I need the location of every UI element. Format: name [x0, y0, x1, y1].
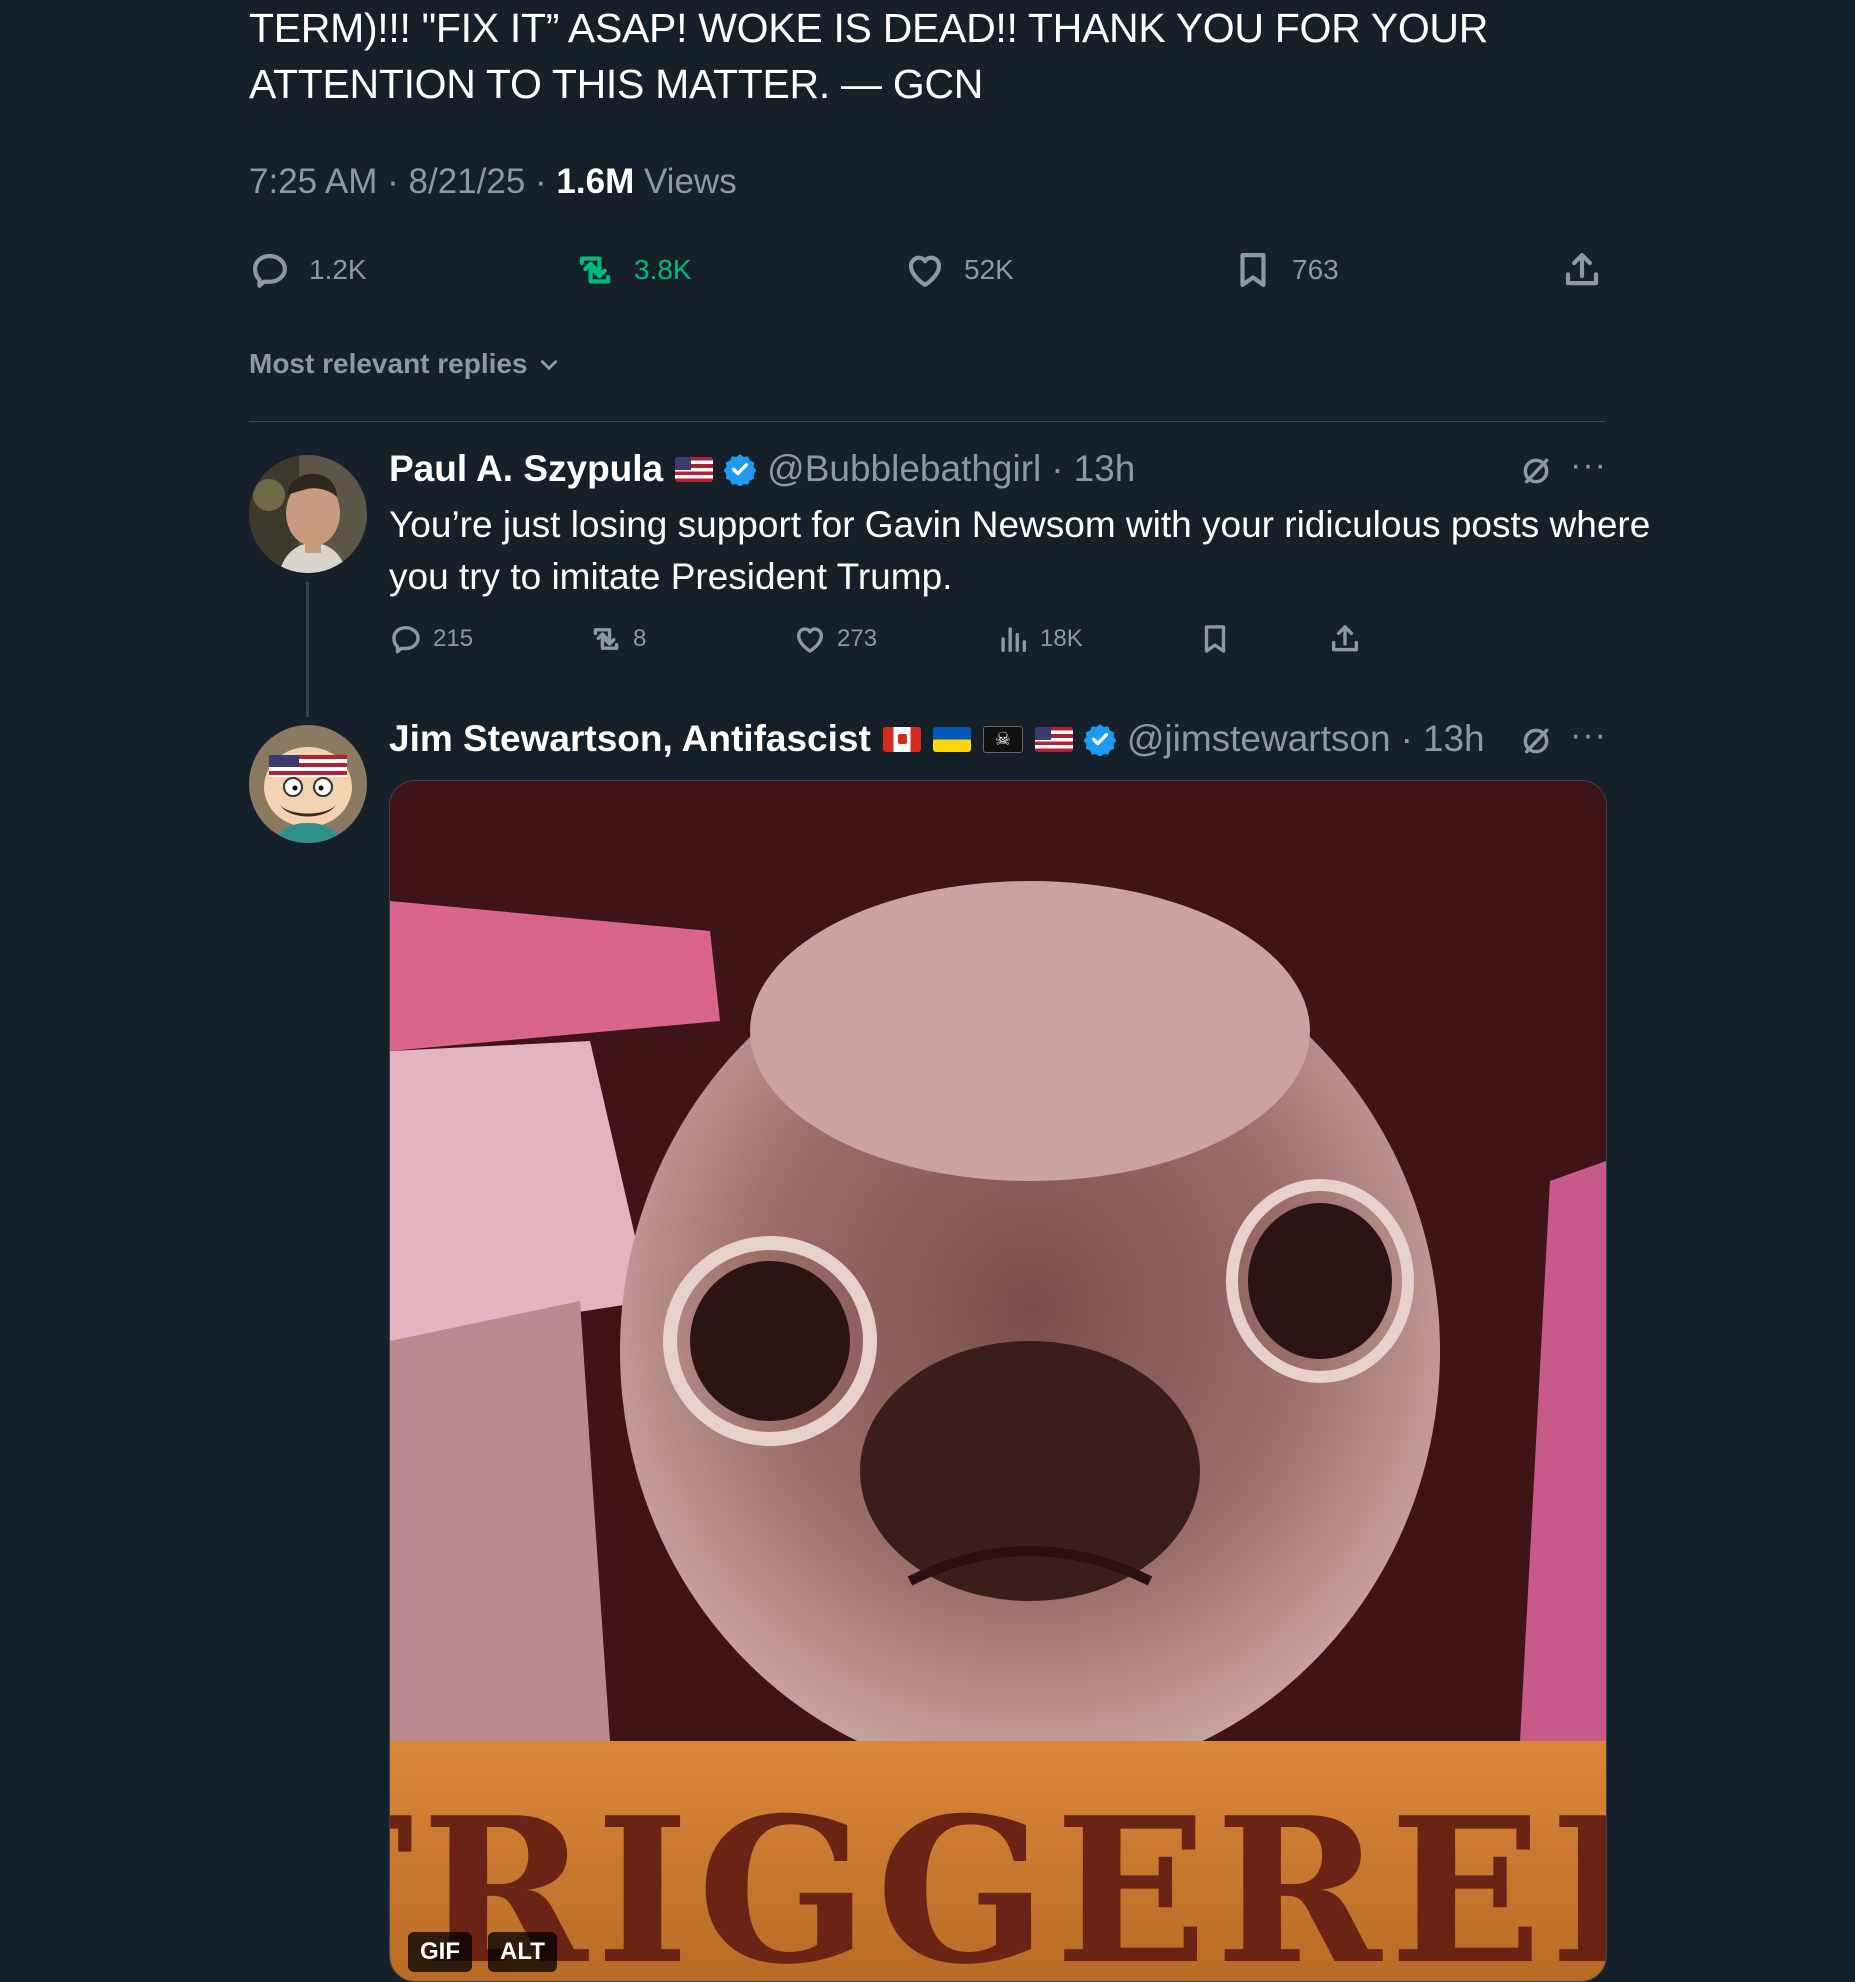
- media-caption: TRIGGERED: [390, 1774, 1606, 1981]
- like-count: 52K: [964, 254, 1014, 285]
- reply-count: 1.2K: [309, 254, 367, 285]
- media-badges: GIF ALT: [408, 1932, 557, 1972]
- grok-button[interactable]: [1520, 725, 1552, 762]
- views-icon: [1001, 627, 1027, 653]
- reply-icon: [253, 253, 287, 288]
- repost-count: 8: [633, 625, 647, 652]
- reply-bookmark-button[interactable]: [1198, 622, 1232, 656]
- reply-media-gif[interactable]: TRIGGERED: [389, 780, 1607, 1982]
- like-button[interactable]: 52K: [904, 247, 1014, 293]
- avatar[interactable]: [249, 455, 367, 573]
- canada-flag-icon: [882, 726, 921, 752]
- pirate-flag-icon: ☠: [982, 725, 1023, 753]
- repost-icon: [579, 256, 611, 284]
- bookmark-button[interactable]: 763: [1232, 247, 1339, 293]
- like-icon: [796, 627, 824, 653]
- user-handle[interactable]: @Bubblebathgirl: [767, 448, 1041, 490]
- sort-label: Most relevant replies: [249, 348, 528, 379]
- grok-icon: [1523, 728, 1549, 754]
- reply-sort-selector[interactable]: Most relevant replies: [249, 348, 562, 380]
- us-flag-icon: [675, 456, 714, 482]
- verified-icon: [1083, 722, 1117, 756]
- reply-like-button[interactable]: 273: [793, 622, 877, 656]
- grok-button[interactable]: [1520, 455, 1552, 492]
- reply-share-button[interactable]: [1328, 622, 1362, 656]
- reply-reply-button[interactable]: 215: [389, 622, 473, 656]
- reply-age[interactable]: 13h: [1074, 448, 1136, 490]
- more-button[interactable]: ···: [1570, 716, 1607, 755]
- tweet-text: TERM)!!! "FIX IT” ASAP! WOKE IS DEAD!! T…: [249, 5, 1489, 107]
- divider: [249, 421, 1605, 422]
- more-icon: ···: [1570, 446, 1607, 484]
- repost-button[interactable]: 3.8K: [574, 247, 692, 293]
- views-count: 18K: [1040, 625, 1083, 652]
- us-flag-icon: [1034, 726, 1073, 752]
- views-count: 1.6M: [556, 162, 635, 201]
- share-button[interactable]: [1561, 247, 1603, 293]
- verified-icon: [723, 452, 757, 486]
- display-name[interactable]: Jim Stewartson, Antifascist: [389, 718, 871, 760]
- bookmark-icon: [1204, 625, 1226, 653]
- reply-icon: [392, 625, 420, 654]
- share-icon: [1565, 253, 1599, 286]
- tweet-meta: 7:25 AM · 8/21/25 · 1.6M Views: [249, 162, 737, 201]
- share-icon: [1331, 625, 1359, 652]
- views-label: Views: [643, 162, 737, 201]
- more-icon: ···: [1570, 716, 1607, 754]
- thread-line: [306, 582, 309, 717]
- repost-count: 3.8K: [634, 254, 692, 285]
- ukraine-flag-icon: [932, 726, 971, 752]
- reply-age[interactable]: 13h: [1423, 718, 1485, 760]
- reply-header: Jim Stewartson, Antifascist ☠ @jimstewar…: [389, 718, 1485, 760]
- repost-icon: [593, 628, 619, 650]
- chevron-down-icon: [539, 359, 558, 371]
- user-handle[interactable]: @jimstewartson: [1127, 718, 1391, 760]
- bookmark-icon: [1240, 253, 1266, 287]
- tweet-time[interactable]: 7:25 AM: [249, 162, 377, 201]
- more-button[interactable]: ···: [1570, 446, 1607, 485]
- alt-badge[interactable]: ALT: [488, 1932, 557, 1972]
- reply-header: Paul A. Szypula @Bubblebathgirl · 13h: [389, 448, 1136, 490]
- like-count: 273: [837, 625, 878, 652]
- bookmark-count: 763: [1292, 254, 1339, 285]
- like-icon: [908, 255, 942, 287]
- tweet-date[interactable]: 8/21/25: [409, 162, 526, 201]
- reply-button[interactable]: 1.2K: [249, 247, 367, 293]
- reply-count: 215: [433, 625, 474, 652]
- display-name[interactable]: Paul A. Szypula: [389, 448, 663, 490]
- grok-icon: [1523, 458, 1549, 484]
- reply-repost-button[interactable]: 8: [589, 622, 646, 656]
- gif-badge: GIF: [408, 1932, 472, 1972]
- reply-views-button[interactable]: 18K: [996, 622, 1083, 656]
- reply-text: You’re just losing support for Gavin New…: [389, 504, 1651, 597]
- avatar[interactable]: [249, 725, 367, 843]
